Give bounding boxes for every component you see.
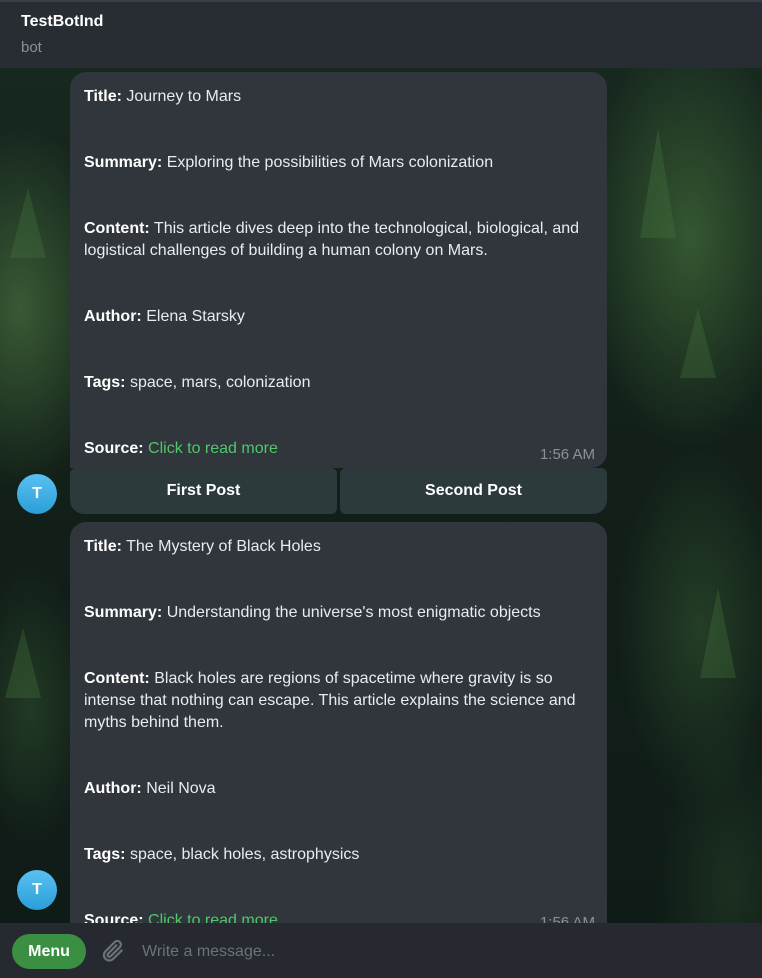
message-content: This article dives deep into the technol… [84, 220, 580, 259]
summary-label: Summary: [84, 604, 163, 621]
chat-title: TestBotInd [21, 13, 104, 30]
content-label: Content: [84, 220, 150, 237]
source-link[interactable]: Click to read more [148, 912, 278, 923]
message-input[interactable] [140, 933, 744, 971]
message-bubble: Title: The Mystery of Black Holes Summar… [70, 522, 607, 923]
message-tags: space, mars, colonization [129, 374, 311, 391]
message-summary: Understanding the universe's most enigma… [166, 604, 541, 621]
author-label: Author: [84, 780, 142, 797]
message-time: 1:56 AM [539, 446, 595, 463]
message-author-line: Author: Neil Nova [84, 778, 593, 800]
message-time: 1:56 AM [539, 914, 595, 923]
menu-button[interactable]: Menu [12, 934, 86, 969]
paperclip-icon[interactable] [100, 938, 126, 964]
author-label: Author: [84, 308, 142, 325]
message-author: Neil Nova [146, 780, 216, 797]
title-label: Title: [84, 88, 122, 105]
message-summary-line: Summary: Understanding the universe's mo… [84, 602, 593, 624]
message-source-line: Source: Click to read more [84, 438, 593, 460]
content-label: Content: [84, 670, 150, 687]
tags-label: Tags: [84, 374, 126, 391]
message-tags-line: Tags: space, black holes, astrophysics [84, 844, 593, 866]
message-author: Elena Starsky [146, 308, 245, 325]
title-label: Title: [84, 538, 122, 555]
summary-label: Summary: [84, 154, 163, 171]
message-title: Journey to Mars [126, 88, 242, 105]
bot-avatar[interactable]: T [17, 870, 57, 910]
message-summary-line: Summary: Exploring the possibilities of … [84, 152, 593, 174]
chat-header[interactable]: TestBotInd bot [0, 0, 762, 68]
inline-keyboard: First Post Second Post [70, 468, 607, 514]
message-content: Black holes are regions of spacetime whe… [84, 670, 576, 731]
message-tags: space, black holes, astrophysics [129, 846, 360, 863]
message-source-line: Source: Click to read more [84, 910, 593, 923]
message-title-line: Title: Journey to Mars [84, 86, 593, 108]
tags-label: Tags: [84, 846, 126, 863]
bot-avatar[interactable]: T [17, 474, 57, 514]
message-composer: Menu [0, 923, 762, 978]
message-tags-line: Tags: space, mars, colonization [84, 372, 593, 394]
message-summary: Exploring the possibilities of Mars colo… [166, 154, 494, 171]
message-bubble: Title: Journey to Mars Summary: Explorin… [70, 72, 607, 468]
chat-status: bot [21, 39, 42, 56]
message-author-line: Author: Elena Starsky [84, 306, 593, 328]
message-content-line: Content: This article dives deep into th… [84, 218, 593, 262]
message-title-line: Title: The Mystery of Black Holes [84, 536, 593, 558]
source-label: Source: [84, 440, 144, 457]
source-link[interactable]: Click to read more [148, 440, 278, 457]
second-post-button[interactable]: Second Post [340, 468, 607, 514]
message-area[interactable]: Title: Journey to Mars Summary: Explorin… [0, 68, 762, 923]
message-title: The Mystery of Black Holes [126, 538, 321, 555]
source-label: Source: [84, 912, 144, 923]
message-content-line: Content: Black holes are regions of spac… [84, 668, 593, 734]
first-post-button[interactable]: First Post [70, 468, 337, 514]
